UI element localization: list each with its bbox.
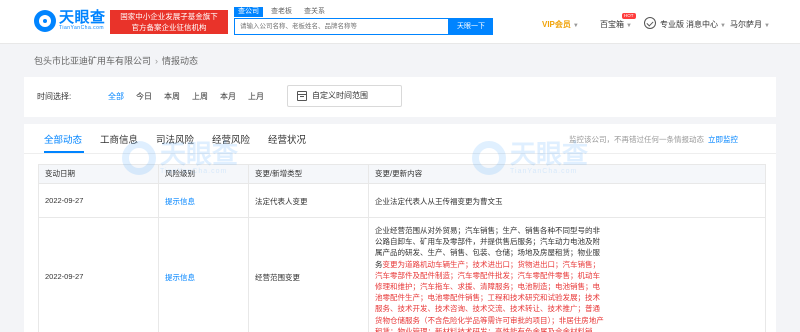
eye-logo-icon <box>34 10 56 32</box>
search-tab-relation[interactable]: 查关系 <box>300 7 329 17</box>
chevron-down-icon: ▼ <box>626 23 632 29</box>
tab-operating-status[interactable]: 经营状况 <box>268 132 306 146</box>
search-box: 查公司 查老板 查关系 天眼一下 <box>234 7 493 35</box>
time-filter-this-week[interactable]: 本周 <box>164 91 180 102</box>
watermark-eye-icon <box>122 140 156 175</box>
row-change-type: 经营范围变更 <box>255 273 300 282</box>
time-filter-last-month[interactable]: 上月 <box>248 91 264 102</box>
message-label: 消息中心 <box>686 20 718 29</box>
baixin-link[interactable]: 百宝箱 ▼ <box>600 19 632 31</box>
logo-text: 天眼查 <box>59 9 106 26</box>
baixin-label: 百宝箱 <box>600 20 624 29</box>
table-row: 2022-09-27 提示信息 法定代表人变更 企业法定代表人从王传福变更为曹文… <box>38 184 766 218</box>
gov-badge-line1: 国家中小企业发展子基金旗下 <box>120 12 218 21</box>
content-segment-3: 变更为道路机动车辆生产；技术进出口；货物进出口；汽车销售；汽车零部件及配件制造；… <box>375 259 604 332</box>
search-tab-company[interactable]: 查公司 <box>234 7 263 17</box>
time-filter-last-week[interactable]: 上周 <box>192 91 208 102</box>
row-change-content: 企业法定代表人从王传福变更为曹文玉 <box>375 197 503 206</box>
table-row: 2022-09-27 提示信息 经营范围变更 企业经营范围从对外贸易；汽车销售；… <box>38 218 766 332</box>
gov-badge[interactable]: 国家中小企业发展子基金旗下 官方备案企业征信机构 <box>110 10 228 34</box>
time-filter-all[interactable]: 全部 <box>108 91 124 102</box>
pro-version-link[interactable]: 专业版 <box>660 19 684 31</box>
chevron-down-icon: ▼ <box>720 23 726 29</box>
breadcrumb: 包头市比亚迪矿用车有限公司 › 情报动态 <box>34 54 198 67</box>
search-tab-boss[interactable]: 查老板 <box>267 7 296 17</box>
breadcrumb-company[interactable]: 包头市比亚迪矿用车有限公司 <box>34 56 151 66</box>
row-risk-level[interactable]: 提示信息 <box>165 196 195 207</box>
chevron-down-icon: ▼ <box>764 23 770 29</box>
watermark-eye-icon <box>472 140 506 175</box>
row-change-content: 企业经营范围从对外贸易；汽车销售；生产、销售各种不同型号的非公路自卸车、矿用车及… <box>375 225 605 332</box>
site-logo[interactable]: 天眼查 TianYanCha.com <box>34 9 106 33</box>
custom-range-label: 自定义时间范围 <box>312 91 368 100</box>
custom-range-button[interactable]: 自定义时间范围 <box>287 85 402 107</box>
watermark-text: 天眼查 <box>160 139 239 169</box>
calendar-icon <box>297 91 307 101</box>
th-change-type: 变更/新增类型 <box>249 165 369 183</box>
hot-badge: HOT <box>622 13 636 19</box>
watermark-subtext: TianYanCha.com <box>510 168 578 175</box>
search-input[interactable] <box>234 18 449 35</box>
monitor-text: 监控该公司，不再错过任何一条情报动态 <box>569 135 704 144</box>
watermark-subtext: TianYanCha.com <box>160 168 228 175</box>
time-filter-this-month[interactable]: 本月 <box>220 91 236 102</box>
logo-subtext: TianYanCha.com <box>59 25 105 31</box>
chevron-down-icon: ▼ <box>572 23 579 29</box>
time-filter-label: 时间选择: <box>37 92 72 101</box>
tab-all-news[interactable]: 全部动态 <box>44 132 82 146</box>
gov-badge-line2: 官方备案企业征信机构 <box>131 23 207 32</box>
breadcrumb-current: 情报动态 <box>162 56 199 66</box>
watermark-text: 天眼查 <box>510 139 589 169</box>
top-header: 天眼查 TianYanCha.com 国家中小企业发展子基金旗下 官方备案企业征… <box>0 0 800 44</box>
time-filter-today[interactable]: 今日 <box>136 91 152 102</box>
row-date: 2022-09-27 <box>45 272 84 281</box>
monitor-now-link[interactable]: 立即监控 <box>708 135 738 144</box>
row-risk-level[interactable]: 提示信息 <box>165 272 195 283</box>
pro-version-icon[interactable] <box>644 17 656 29</box>
user-name: 马尔萨月 <box>730 20 762 29</box>
news-card: 全部动态 工商信息 司法风险 经营风险 经营状况 监控该公司，不再错过任何一条情… <box>24 124 776 332</box>
chevron-right-icon: › <box>155 56 159 66</box>
search-button[interactable]: 天眼一下 <box>449 18 493 35</box>
vip-label: VIP会员 <box>542 20 571 29</box>
user-menu[interactable]: 马尔萨月 ▼ <box>730 19 770 31</box>
monitor-notice: 监控该公司，不再错过任何一条情报动态 立即监控 <box>569 134 738 145</box>
time-filter-card: 时间选择: 全部 今日 本周 上周 本月 上月 自定义时间范围 <box>24 77 776 117</box>
row-date: 2022-09-27 <box>45 196 84 205</box>
row-change-type: 法定代表人变更 <box>255 197 308 206</box>
watermark: 天眼查 TianYanCha.com <box>122 140 238 175</box>
message-center-link[interactable]: 消息中心 ▼ <box>686 19 726 31</box>
vip-link[interactable]: VIP会员 ▼ <box>542 19 579 31</box>
watermark: 天眼查 TianYanCha.com <box>472 140 588 175</box>
search-tabs: 查公司 查老板 查关系 <box>234 7 493 17</box>
